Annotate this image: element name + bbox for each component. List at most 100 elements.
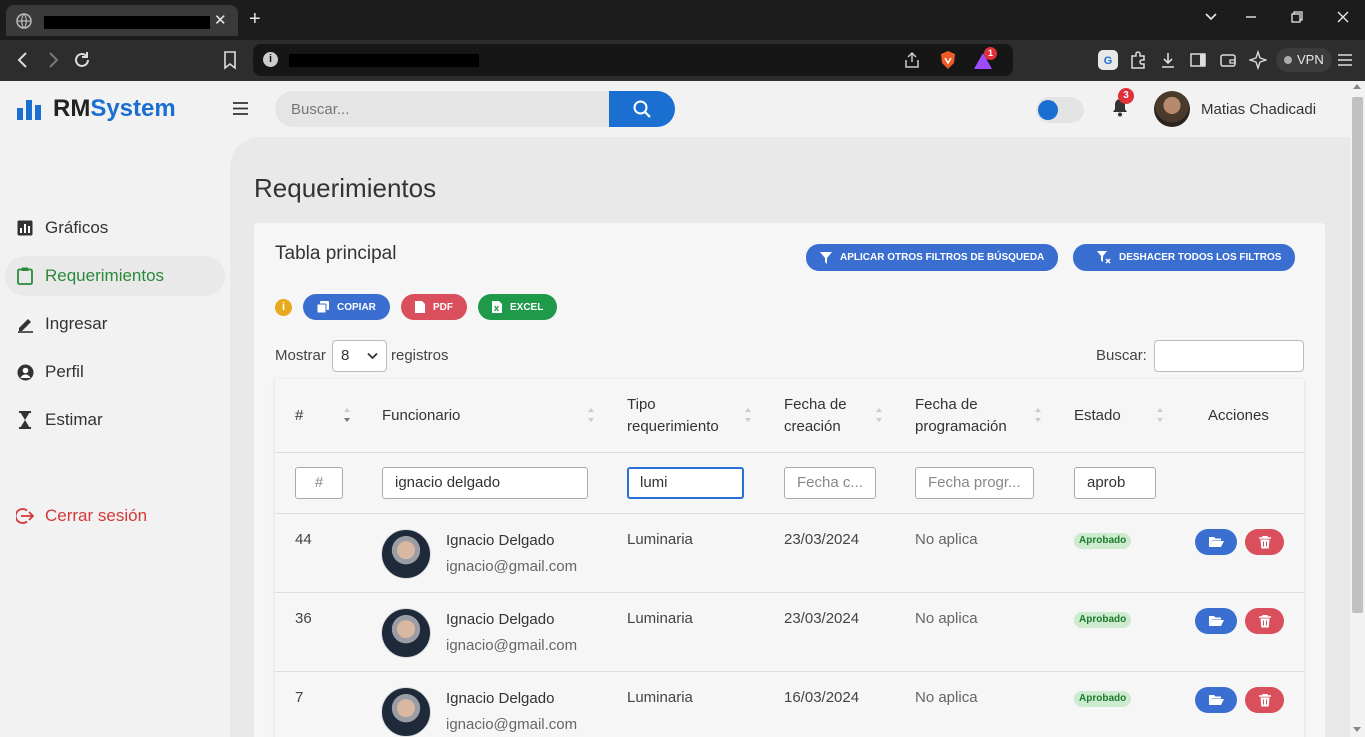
filter-fecha-creacion-input[interactable]: Fecha c...	[784, 467, 876, 499]
apply-filters-button[interactable]: APLICAR OTROS FILTROS DE BÚSQUEDA	[806, 244, 1059, 271]
open-folder-button[interactable]	[1195, 608, 1237, 634]
delete-button[interactable]	[1245, 687, 1284, 713]
header-search-input[interactable]	[275, 91, 609, 127]
new-tab-icon[interactable]: +	[249, 8, 261, 30]
status-badge: Aprobado	[1074, 612, 1132, 628]
sidebar-item-graficos[interactable]: Gráficos	[5, 208, 225, 248]
table-row: 7 Ignacio Delgado ignacio@gmail.com Lumi…	[275, 672, 1304, 737]
wallet-icon[interactable]	[1219, 50, 1237, 70]
reload-icon[interactable]	[73, 50, 91, 70]
menu-icon[interactable]	[1336, 50, 1354, 70]
sidebar-toggle-icon[interactable]	[1189, 50, 1207, 70]
sort-icon[interactable]	[1034, 407, 1042, 423]
filter-funcionario-input[interactable]: ignacio delgado	[382, 467, 588, 499]
column-header-estado[interactable]: Estado	[1074, 379, 1121, 452]
column-header-fecha-creacion[interactable]: Fecha de creación	[784, 379, 847, 452]
cell-fecha-programacion: No aplica	[915, 610, 978, 627]
cell-employee-email: ignacio@gmail.com	[446, 637, 578, 654]
sort-icon[interactable]	[1156, 407, 1164, 423]
hourglass-icon	[16, 411, 34, 429]
download-icon[interactable]	[1159, 50, 1177, 70]
brand-logo[interactable]: RMSystem	[17, 95, 176, 123]
page-length-select[interactable]: 8	[332, 340, 387, 372]
logout-button[interactable]: Cerrar sesión	[5, 496, 225, 536]
clear-filters-button[interactable]: DESHACER TODOS LOS FILTROS	[1073, 244, 1296, 271]
copy-label: COPIAR	[337, 301, 376, 313]
address-bar[interactable]: i 1	[253, 44, 1013, 76]
browser-tab[interactable]: ✕	[6, 5, 238, 36]
theme-toggle[interactable]	[1036, 97, 1084, 123]
sort-icon[interactable]	[587, 407, 595, 423]
column-header-label: Fecha de	[784, 395, 847, 413]
leo-ai-icon[interactable]	[1249, 50, 1267, 70]
open-folder-button[interactable]	[1195, 529, 1237, 555]
column-header-fecha-programacion[interactable]: Fecha de programación	[915, 379, 1007, 452]
table-row: 36 Ignacio Delgado ignacio@gmail.com Lum…	[275, 593, 1304, 672]
header-search	[275, 91, 675, 127]
user-name[interactable]: Matias Chadicadi	[1201, 101, 1316, 118]
copy-button[interactable]: COPIAR	[303, 294, 390, 320]
column-header-label: Fecha de	[915, 395, 978, 413]
close-tab-icon[interactable]: ✕	[214, 11, 227, 31]
filter-fecha-programacion-input[interactable]: Fecha progr...	[915, 467, 1034, 499]
logout-icon	[16, 507, 34, 525]
cell-id: 7	[295, 689, 304, 706]
delete-button[interactable]	[1245, 608, 1284, 634]
sort-icon[interactable]	[343, 407, 351, 423]
site-info-icon[interactable]: i	[263, 52, 278, 67]
clear-filters-label: DESHACER TODOS LOS FILTROS	[1119, 252, 1282, 263]
restore-icon[interactable]	[1290, 10, 1304, 24]
rewards-count-badge: 1	[984, 47, 997, 60]
filter-tipo-input[interactable]: lumi	[627, 467, 744, 499]
delete-button[interactable]	[1245, 529, 1284, 555]
minimize-icon[interactable]	[1244, 10, 1258, 24]
back-icon[interactable]	[14, 50, 32, 70]
sidebar-item-ingresar[interactable]: Ingresar	[5, 304, 225, 344]
pdf-button[interactable]: PDF	[401, 294, 467, 320]
user-avatar[interactable]	[1154, 91, 1190, 127]
cell-tipo: Luminaria	[627, 689, 693, 706]
table-search-input[interactable]	[1154, 340, 1304, 372]
column-header-funcionario[interactable]: Funcionario	[382, 379, 460, 452]
filter-icon	[820, 251, 832, 264]
url-redacted	[289, 54, 479, 67]
column-header-label: creación	[784, 417, 841, 435]
employee-avatar	[381, 529, 431, 579]
trash-icon	[1258, 693, 1271, 707]
show-label: Mostrar	[275, 347, 326, 364]
share-icon[interactable]	[903, 51, 921, 69]
column-header-tipo[interactable]: Tipo requerimiento	[627, 379, 719, 452]
table-search-label: Buscar:	[1096, 347, 1147, 364]
excel-file-icon	[492, 301, 502, 313]
cell-id: 36	[295, 610, 312, 627]
excel-button[interactable]: EXCEL	[478, 294, 558, 320]
sidebar-item-requerimientos[interactable]: Requerimientos	[5, 256, 225, 296]
header-search-button[interactable]	[609, 91, 675, 127]
user-circle-icon	[16, 363, 34, 381]
scroll-up-arrow-icon[interactable]	[1353, 84, 1361, 89]
brave-shield-icon[interactable]	[939, 50, 957, 70]
browser-toolbar: i 1 G VPN	[0, 40, 1365, 81]
extensions-icon[interactable]	[1129, 50, 1147, 70]
hamburger-menu-icon[interactable]	[232, 101, 249, 116]
sort-icon[interactable]	[744, 407, 752, 423]
info-icon[interactable]: i	[275, 299, 292, 316]
scrollbar-thumb[interactable]	[1352, 97, 1363, 613]
chevron-down-icon[interactable]	[1204, 9, 1218, 23]
vpn-button[interactable]: VPN	[1276, 48, 1332, 72]
bookmark-icon[interactable]	[222, 50, 238, 70]
sort-icon[interactable]	[875, 407, 883, 423]
translate-icon[interactable]: G	[1097, 49, 1119, 71]
sidebar-item-estimar[interactable]: Estimar	[5, 400, 225, 440]
forward-icon[interactable]	[44, 50, 62, 70]
filter-estado-input[interactable]: aprob	[1074, 467, 1156, 499]
browser-tab-strip: ✕ +	[0, 0, 1365, 40]
sidebar-item-perfil[interactable]: Perfil	[5, 352, 225, 392]
open-folder-button[interactable]	[1195, 687, 1237, 713]
cell-fecha-programacion: No aplica	[915, 531, 978, 548]
folder-open-icon	[1208, 694, 1224, 706]
scroll-down-arrow-icon[interactable]	[1353, 727, 1361, 732]
filter-id-input[interactable]: #	[295, 467, 343, 499]
column-header-id[interactable]: #	[295, 379, 303, 452]
close-window-icon[interactable]	[1336, 10, 1350, 24]
